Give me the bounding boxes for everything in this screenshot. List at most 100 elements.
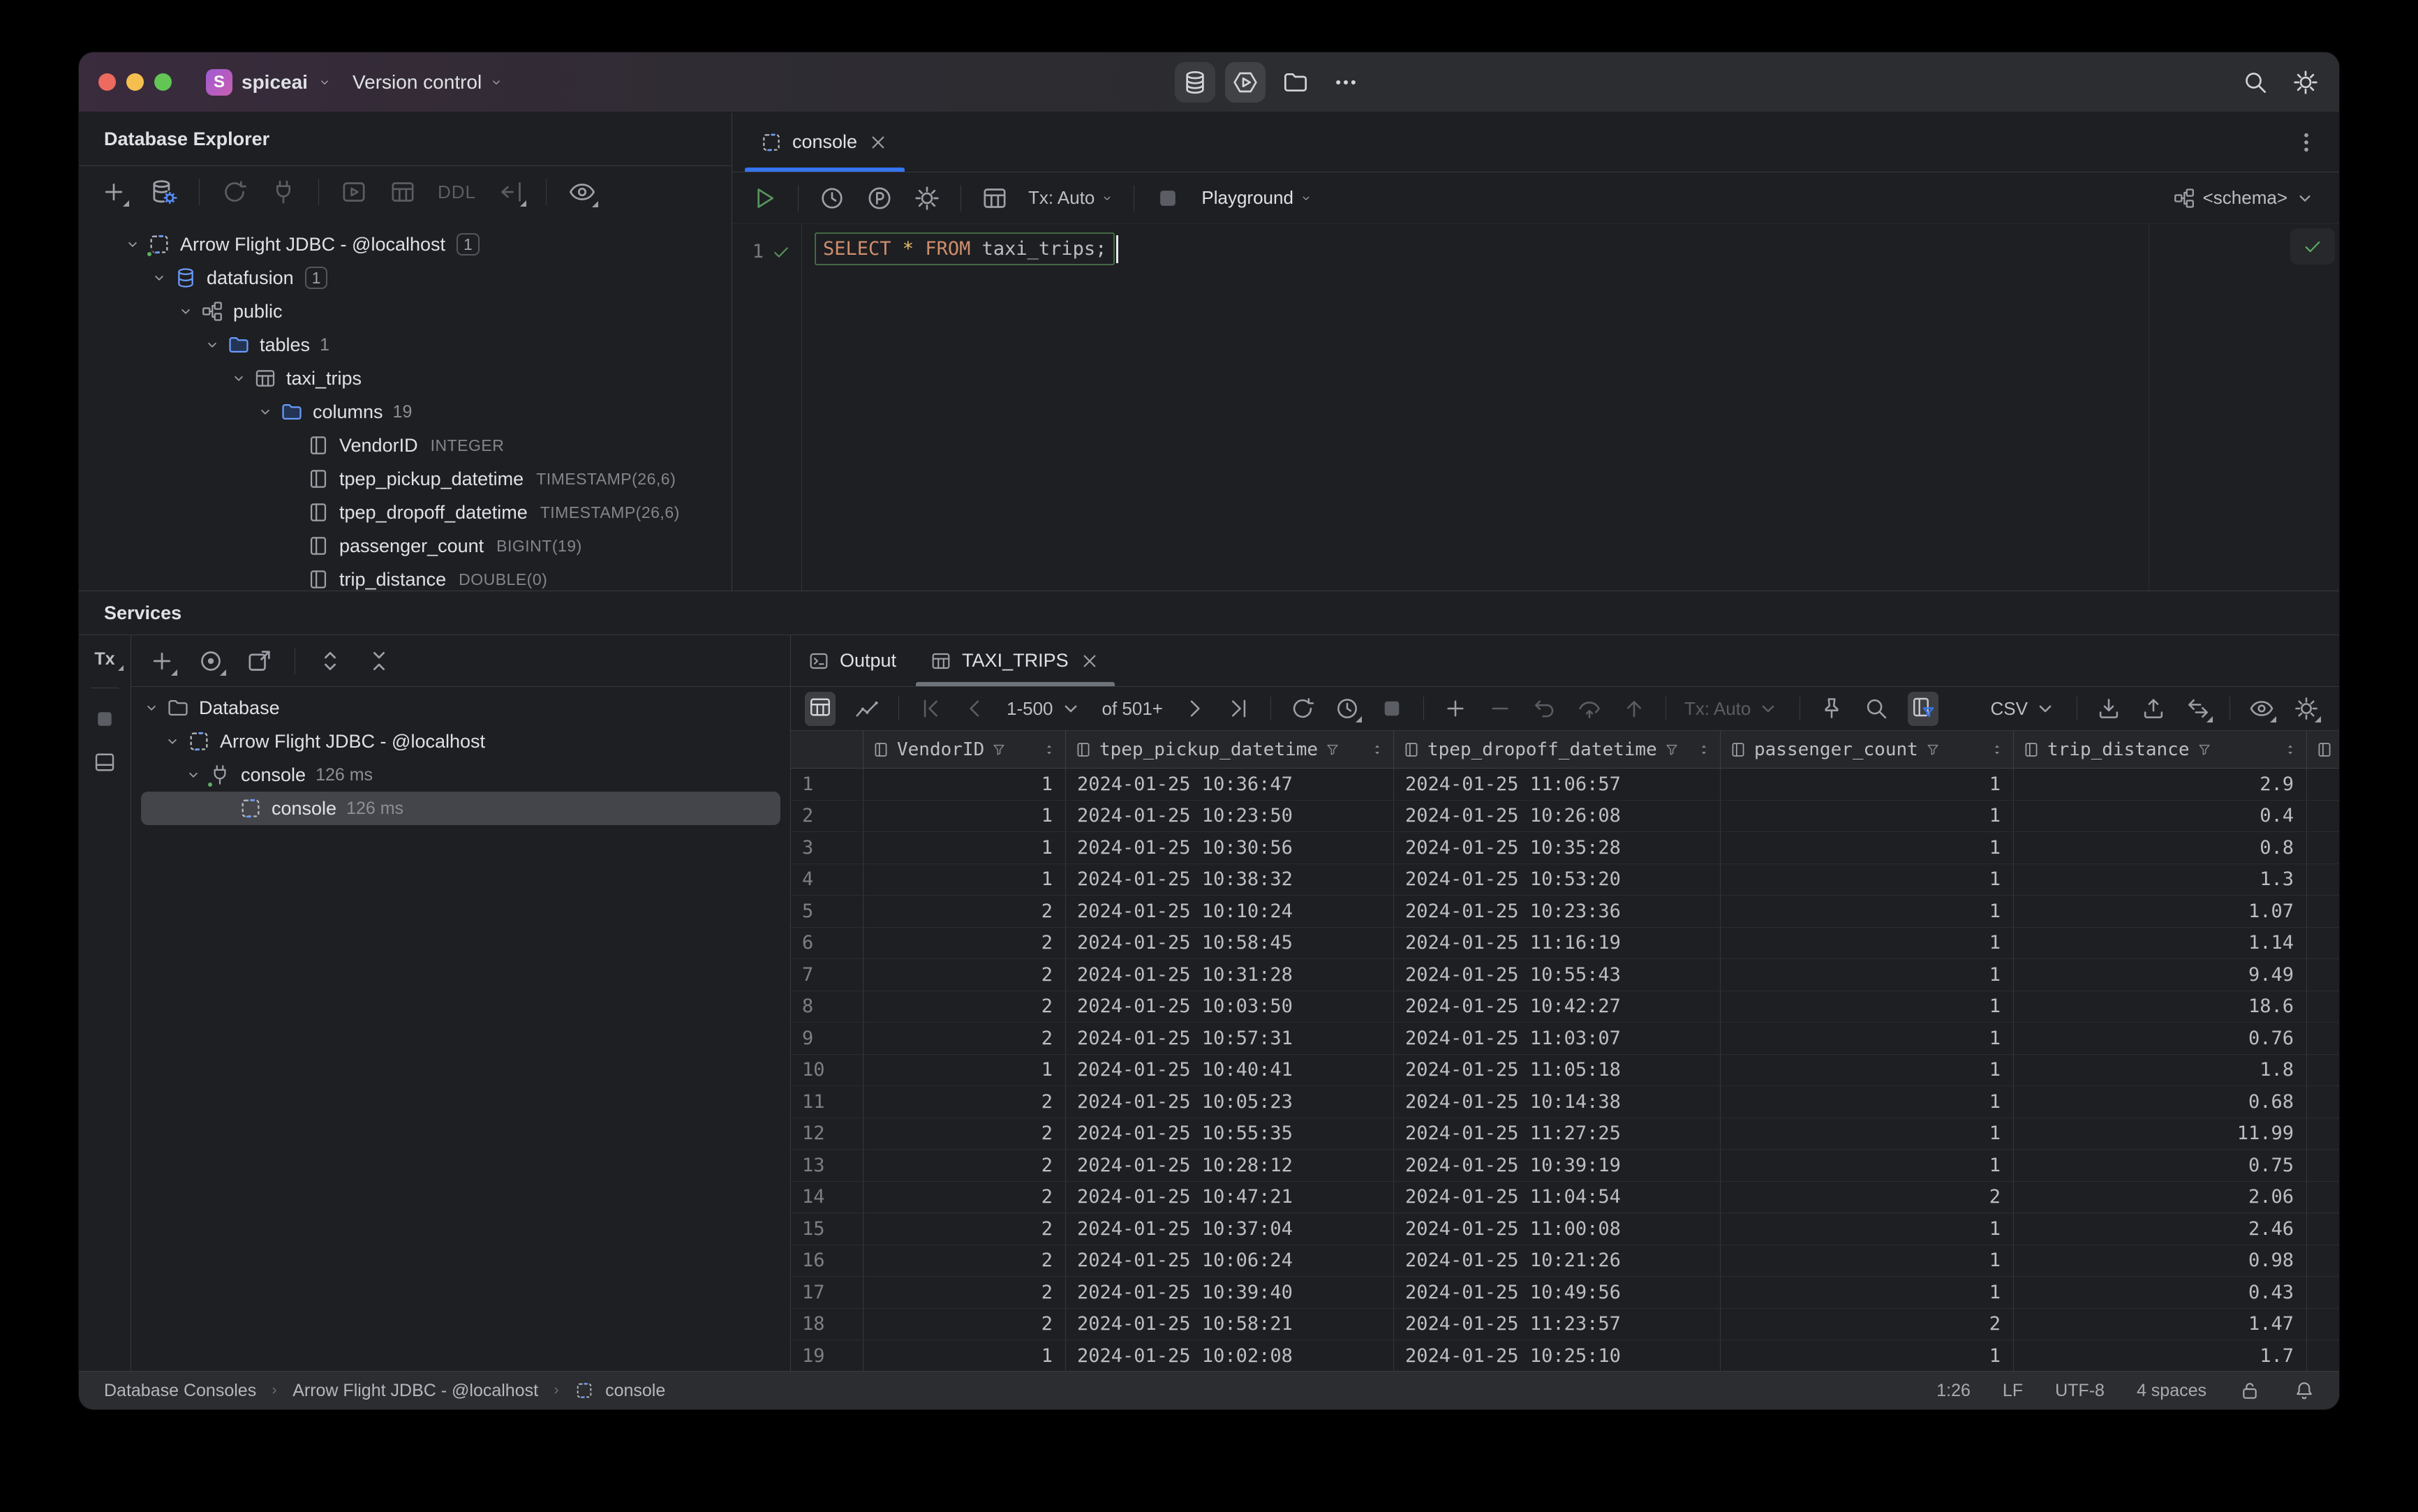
- version-control-widget[interactable]: Version control: [353, 52, 504, 112]
- grid-cell[interactable]: 1: [1721, 800, 2014, 831]
- stop-process-icon[interactable]: [92, 706, 117, 732]
- grid-cell[interactable]: 1: [1721, 769, 2014, 800]
- row-number-cell[interactable]: 19: [791, 1340, 863, 1372]
- grid-cell[interactable]: [2307, 1023, 2339, 1054]
- grid-cell[interactable]: 2: [863, 1181, 1066, 1213]
- grid-cell[interactable]: 1.07: [2014, 896, 2307, 927]
- grid-row[interactable]: 8 2 2024-01-25 10:03:50 2024-01-25 10:42:27…: [791, 991, 2339, 1023]
- grid-cell[interactable]: 2024-01-25 10:30:56: [1066, 832, 1394, 864]
- grid-cell[interactable]: 0.43: [2014, 1277, 2307, 1308]
- tree-item-taxi-trips[interactable]: taxi_trips: [79, 362, 732, 395]
- grid-cell[interactable]: 1: [1721, 1086, 2014, 1118]
- grid-cell[interactable]: [2307, 1309, 2339, 1340]
- row-number-cell[interactable]: 3: [791, 832, 863, 864]
- grid-cell[interactable]: [2307, 959, 2339, 991]
- grid-cell[interactable]: 1: [1721, 1340, 2014, 1372]
- row-number-cell[interactable]: 5: [791, 896, 863, 927]
- grid-row[interactable]: 11 2 2024-01-25 10:05:23 2024-01-25 10:14:3…: [791, 1086, 2339, 1118]
- tab-taxi-trips[interactable]: TAXI_TRIPS: [913, 635, 1118, 686]
- grid-cell[interactable]: 2024-01-25 10:58:45: [1066, 927, 1394, 958]
- grid-cell[interactable]: 2024-01-25 10:02:08: [1066, 1340, 1394, 1372]
- grid-row[interactable]: 15 2 2024-01-25 10:37:04 2024-01-25 11:00:0…: [791, 1213, 2339, 1245]
- grid-cell[interactable]: 1: [863, 800, 1066, 831]
- grid-tx-dropdown[interactable]: Tx: Auto: [1684, 695, 1781, 722]
- grid-cell[interactable]: 2024-01-25 10:26:08: [1394, 800, 1721, 831]
- row-number-cell[interactable]: 7: [791, 959, 863, 991]
- tree-item-passenger-count[interactable]: passenger_count BIGINT(19): [79, 529, 732, 563]
- grid-cell[interactable]: [2307, 1086, 2339, 1118]
- grid-cell[interactable]: 2: [863, 896, 1066, 927]
- code-line[interactable]: SELECT * FROM taxi_trips;: [815, 232, 1119, 265]
- chevron-down-icon[interactable]: [150, 269, 168, 287]
- tx-quick-toggle[interactable]: Tx: [94, 649, 124, 671]
- grid-cell[interactable]: 2024-01-25 10:14:38: [1394, 1086, 1721, 1118]
- grid-cell[interactable]: 2024-01-25 11:00:08: [1394, 1213, 1721, 1245]
- layout-panel-icon[interactable]: [92, 750, 117, 775]
- export-icon[interactable]: [2140, 695, 2167, 722]
- tree-item-database[interactable]: Database: [131, 691, 790, 725]
- collapse-all-icon[interactable]: [365, 647, 393, 675]
- search-icon[interactable]: [2241, 68, 2269, 96]
- grid-cell[interactable]: 0.75: [2014, 1150, 2307, 1181]
- more-actions-button[interactable]: [1326, 62, 1366, 103]
- tab-options-kebab-icon[interactable]: [2293, 129, 2320, 156]
- grid-cell[interactable]: 2024-01-25 10:55:43: [1394, 959, 1721, 991]
- row-number-cell[interactable]: 15: [791, 1213, 863, 1245]
- grid-cell[interactable]: 2024-01-25 10:21:26: [1394, 1245, 1721, 1276]
- grid-cell[interactable]: 2024-01-25 10:53:20: [1394, 864, 1721, 895]
- grid-cell[interactable]: [2307, 1118, 2339, 1150]
- grid-settings-gear-icon[interactable]: [2293, 695, 2321, 722]
- grid-cell[interactable]: 2024-01-25 10:35:28: [1394, 832, 1721, 864]
- disconnect-icon[interactable]: [269, 178, 297, 206]
- sort-icon[interactable]: [2283, 742, 2298, 757]
- column-header-vendorid[interactable]: VendorID: [863, 731, 1066, 768]
- close-window-button[interactable]: [98, 73, 116, 91]
- grid-cell[interactable]: 18.6: [2014, 991, 2307, 1022]
- grid-cell[interactable]: 2024-01-25 10:55:35: [1066, 1118, 1394, 1149]
- unlock-icon[interactable]: [2239, 1379, 2261, 1402]
- tree-item-console[interactable]: console 126 ms: [141, 792, 780, 825]
- grid-cell[interactable]: [2307, 1340, 2339, 1372]
- filter-funnel-icon[interactable]: [1925, 742, 1941, 757]
- grid-cell[interactable]: 1: [1721, 1150, 2014, 1181]
- expand-all-icon[interactable]: [316, 647, 344, 675]
- row-number-cell[interactable]: 13: [791, 1150, 863, 1181]
- row-number-cell[interactable]: 8: [791, 991, 863, 1022]
- grid-cell[interactable]: 1.7: [2014, 1340, 2307, 1372]
- grid-cell[interactable]: 0.68: [2014, 1086, 2307, 1118]
- grid-cell[interactable]: [2307, 1277, 2339, 1308]
- tree-item-console[interactable]: console 126 ms: [131, 758, 790, 792]
- grid-row[interactable]: 9 2 2024-01-25 10:57:31 2024-01-25 11:03:07…: [791, 1023, 2339, 1055]
- grid-cell[interactable]: 1.47: [2014, 1308, 2307, 1340]
- playground-dropdown[interactable]: Playground: [1201, 187, 1313, 209]
- grid-row[interactable]: 13 2 2024-01-25 10:28:12 2024-01-25 10:39:1…: [791, 1150, 2339, 1182]
- add-service-button[interactable]: [148, 647, 177, 676]
- first-page-icon[interactable]: [917, 695, 944, 722]
- grid-cell[interactable]: 1: [863, 864, 1066, 895]
- line-ending-indicator[interactable]: LF: [2003, 1381, 2023, 1401]
- tree-item-tpep-pickup-datetime[interactable]: tpep_pickup_datetime TIMESTAMP(26,6): [79, 462, 732, 496]
- row-number-cell[interactable]: 11: [791, 1086, 863, 1118]
- grid-row[interactable]: 18 2 2024-01-25 10:58:21 2024-01-25 11:23:5…: [791, 1308, 2339, 1340]
- grid-cell[interactable]: 2: [863, 1086, 1066, 1118]
- previous-page-icon[interactable]: [962, 695, 988, 722]
- grid-row[interactable]: 17 2 2024-01-25 10:39:40 2024-01-25 10:49:5…: [791, 1277, 2339, 1309]
- settings-gear-icon[interactable]: [2292, 68, 2320, 96]
- grid-cell[interactable]: 2024-01-25 11:23:57: [1394, 1308, 1721, 1340]
- filter-funnel-icon[interactable]: [991, 742, 1007, 757]
- find-icon[interactable]: [1863, 695, 1890, 722]
- grid-row[interactable]: 16 2 2024-01-25 10:06:24 2024-01-25 10:21:2…: [791, 1245, 2339, 1277]
- grid-row[interactable]: 10 1 2024-01-25 10:40:41 2024-01-25 11:05:1…: [791, 1054, 2339, 1086]
- project-files-button[interactable]: [1275, 62, 1316, 103]
- tree-item-trip-distance[interactable]: trip_distance DOUBLE(0): [79, 563, 732, 591]
- grid-row[interactable]: 5 2 2024-01-25 10:10:24 2024-01-25 10:23:36…: [791, 896, 2339, 928]
- grid-cell[interactable]: 2024-01-25 10:10:24: [1066, 896, 1394, 927]
- grid-cell[interactable]: 1.3: [2014, 864, 2307, 895]
- row-number-cell[interactable]: 4: [791, 864, 863, 895]
- grid-cell[interactable]: 1: [1721, 896, 2014, 927]
- grid-cell[interactable]: 2: [863, 1118, 1066, 1149]
- add-datasource-button[interactable]: [100, 178, 129, 207]
- column-header-trip_distance[interactable]: trip_distance: [2014, 731, 2307, 768]
- grid-cell[interactable]: 1: [1721, 1023, 2014, 1054]
- grid-cell[interactable]: 1: [1721, 1277, 2014, 1308]
